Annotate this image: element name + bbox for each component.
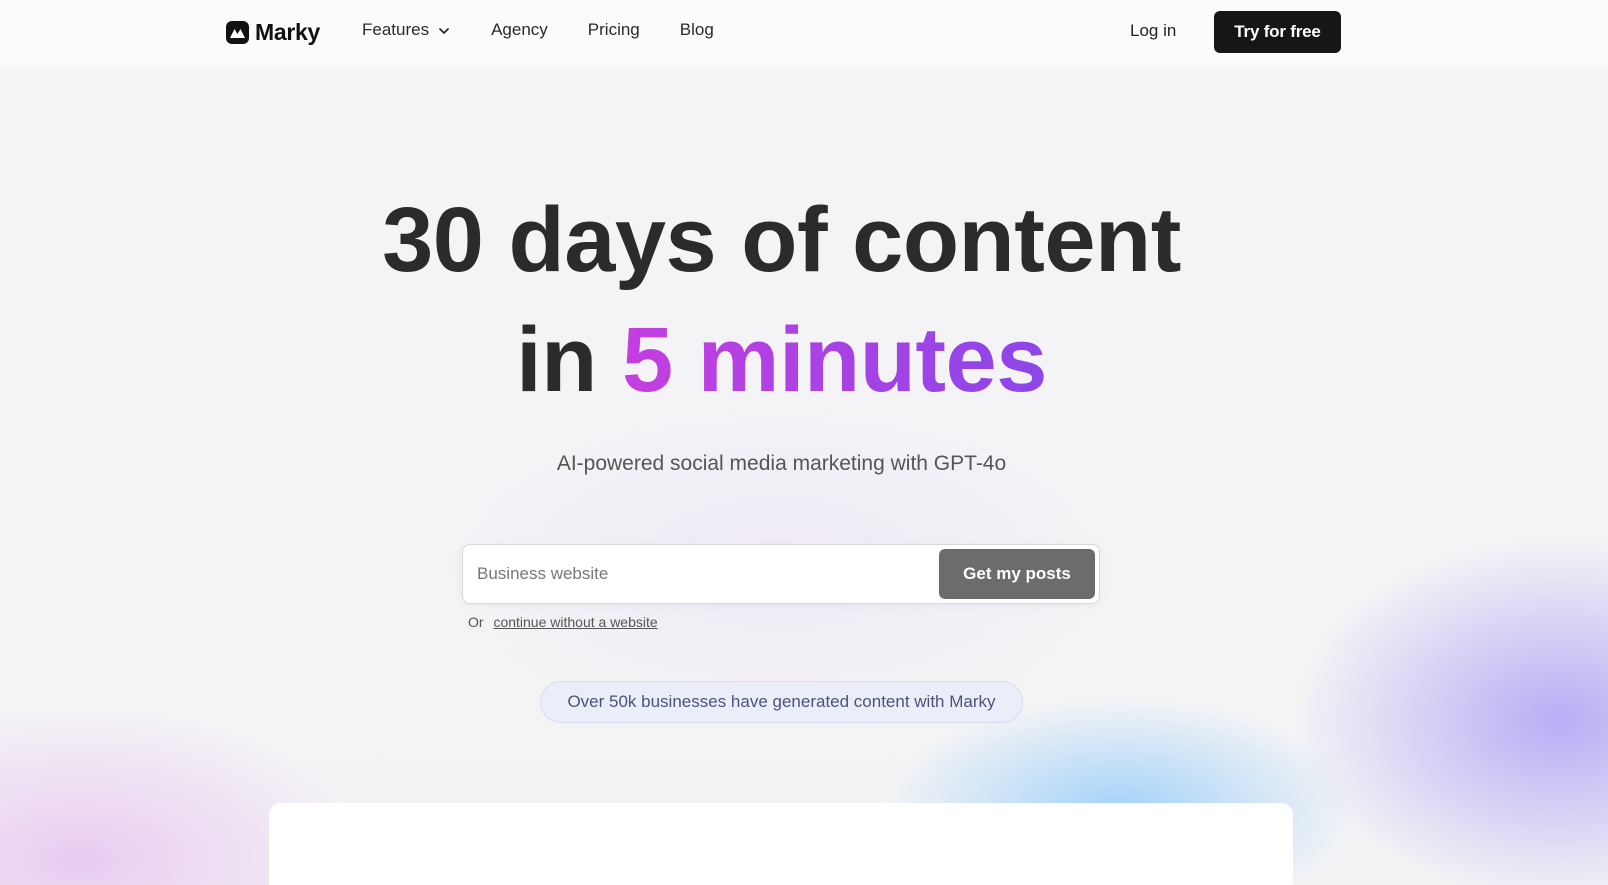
- hero-headline-line1: 30 days of content: [382, 189, 1181, 291]
- hero-subtitle: AI-powered social media marketing with G…: [556, 452, 1007, 475]
- main-nav: Features Agency Pricing Blog: [362, 20, 714, 40]
- nav-item-label: Blog: [679, 20, 714, 39]
- nav-item-blog[interactable]: Blog: [680, 20, 714, 40]
- site-header: Marky Features Agency Pricing Blog Log i…: [0, 0, 1608, 68]
- get-my-posts-button[interactable]: Get my posts: [939, 549, 1095, 599]
- nav-item-label: Features: [362, 20, 430, 39]
- nav-item-pricing[interactable]: Pricing: [588, 20, 640, 40]
- chevron-down-icon: [437, 23, 451, 37]
- page-background: [0, 0, 1608, 885]
- login-link[interactable]: Log in: [1130, 21, 1176, 41]
- continue-without-website-link[interactable]: continue without a website: [493, 614, 657, 630]
- hero-headline-line2: in 5 minutes: [0, 310, 1563, 410]
- try-for-free-button[interactable]: Try for free: [1214, 11, 1341, 53]
- nav-item-label: Agency: [491, 20, 548, 39]
- alternative-option: Or continue without a website: [468, 614, 658, 630]
- social-proof-badge: Over 50k businesses have generated conte…: [540, 681, 1023, 723]
- hero-headline-accent: 5 minutes: [621, 309, 1047, 411]
- hero-headline-prefix: in: [516, 309, 597, 411]
- product-preview-card: [269, 803, 1293, 885]
- brand-logo[interactable]: Marky: [226, 18, 320, 46]
- brand-name: Marky: [255, 18, 320, 45]
- nav-item-features[interactable]: Features: [362, 20, 451, 40]
- marky-logo-icon: [226, 20, 249, 44]
- nav-item-agency[interactable]: Agency: [491, 20, 548, 40]
- website-form: Get my posts: [462, 544, 1100, 604]
- or-text: Or: [468, 614, 484, 630]
- business-website-input[interactable]: [477, 545, 927, 603]
- nav-item-label: Pricing: [587, 20, 640, 39]
